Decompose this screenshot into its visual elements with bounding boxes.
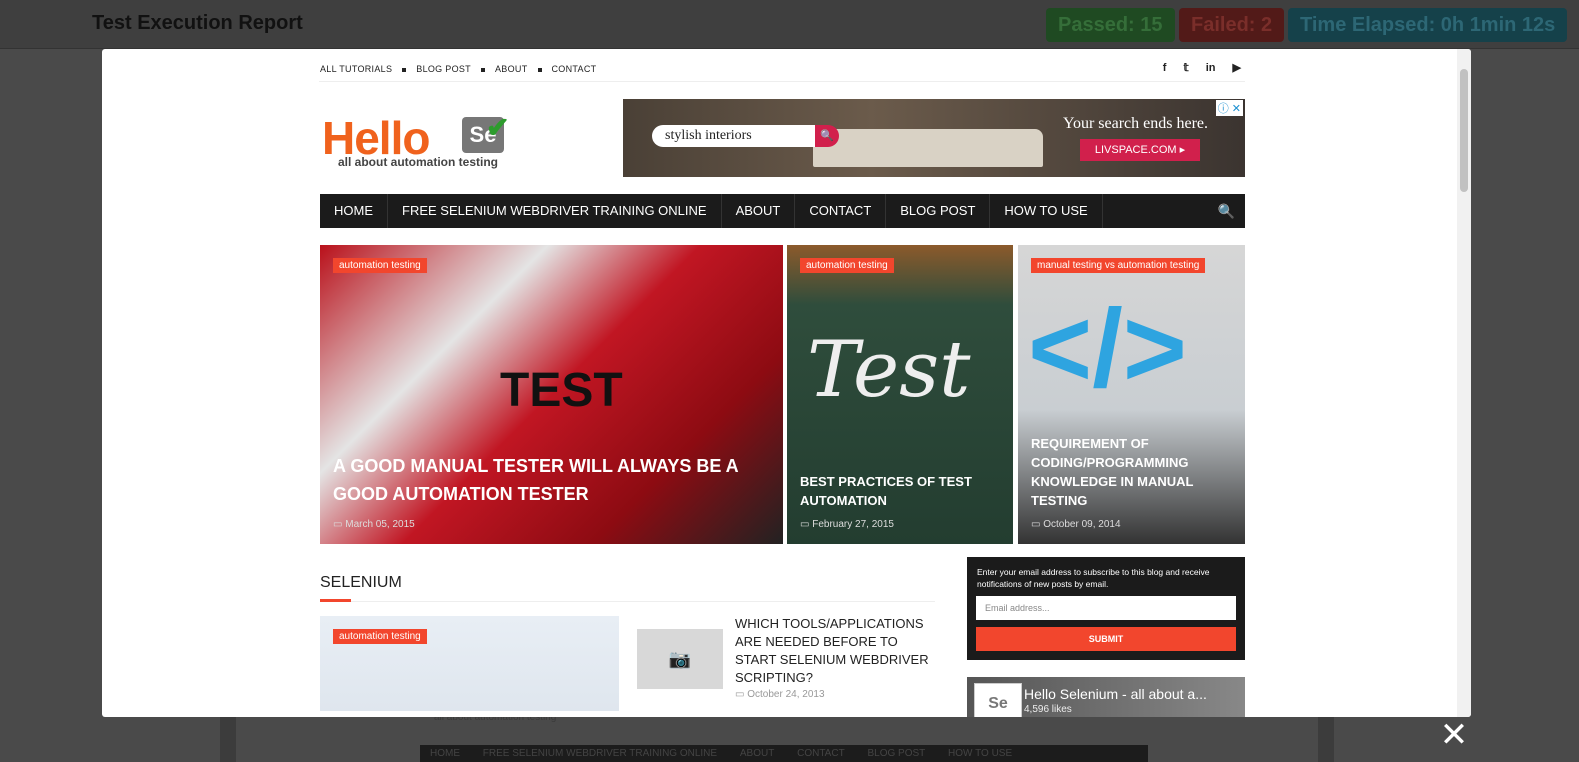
category-badge[interactable]: manual testing vs automation testing <box>1031 258 1206 273</box>
ad-headline: Your search ends here. <box>1063 115 1208 132</box>
featured-post-title[interactable]: BEST PRACTICES OF TEST AUTOMATION <box>800 472 1000 510</box>
search-icon[interactable]: 🔍 <box>815 125 839 147</box>
nav-blog-post[interactable]: BLOG POST <box>886 194 991 228</box>
category-badge[interactable]: automation testing <box>333 258 427 273</box>
hero-image-text: </> <box>1028 287 1188 410</box>
page-avatar: Se <box>974 683 1022 717</box>
twitter-icon[interactable]: 𝕥 <box>1184 62 1189 74</box>
hero-image-text: Test <box>807 325 971 415</box>
category-badge[interactable]: automation testing <box>800 258 894 273</box>
submit-button[interactable]: SUBMIT <box>976 627 1236 651</box>
email-field[interactable]: Email address... <box>976 596 1236 620</box>
top-nav-all-tutorials[interactable]: ALL TUTORIALS <box>320 64 392 74</box>
post-date: ▭ February 27, 2015 <box>800 519 894 530</box>
check-icon: ✔ <box>486 112 510 143</box>
search-icon[interactable]: 🔍 <box>1218 194 1235 228</box>
scrollbar[interactable] <box>1457 49 1471 717</box>
advertisement-banner[interactable]: stylish interiors 🔍 Your search ends her… <box>623 99 1245 177</box>
scroll-thumb[interactable] <box>1460 69 1468 192</box>
featured-post[interactable]: Test automation testing BEST PRACTICES O… <box>787 245 1013 544</box>
post-date: ▭ October 24, 2013 <box>735 689 825 700</box>
post-thumbnail[interactable]: automation testing <box>320 616 619 711</box>
post-date-text: October 24, 2013 <box>747 689 825 700</box>
post-date-text: October 09, 2014 <box>1043 519 1121 530</box>
bg-nav-item: ABOUT <box>739 748 775 759</box>
camera-icon[interactable]: 📷 <box>637 629 723 689</box>
separator <box>480 67 485 72</box>
ad-info-close-icon[interactable]: ⓘ ✕ <box>1215 100 1243 116</box>
separator <box>402 67 407 72</box>
top-nav-about[interactable]: ABOUT <box>495 64 528 74</box>
facebook-likes: 4,596 likes <box>1024 704 1072 715</box>
site-logo[interactable]: Hello Se ✔ all about automation testing <box>322 111 509 169</box>
category-badge[interactable]: automation testing <box>333 629 427 644</box>
passed-badge: Passed: 15 <box>1046 8 1175 42</box>
report-title: Test Execution Report <box>92 12 303 34</box>
separator <box>537 67 542 72</box>
featured-post-title[interactable]: A GOOD MANUAL TESTER WILL ALWAYS BE A GO… <box>333 452 773 508</box>
social-icons: f 𝕥 in ▶ <box>1149 61 1241 74</box>
section-underline <box>320 599 351 602</box>
background-nav: HOME FREE SELENIUM WEBDRIVER TRAINING ON… <box>420 745 1148 762</box>
top-nav-contact[interactable]: CONTACT <box>552 64 597 74</box>
time-elapsed-badge: Time Elapsed: 0h 1min 12s <box>1288 8 1568 42</box>
youtube-icon[interactable]: ▶ <box>1233 62 1241 74</box>
bg-nav-item: FREE SELENIUM WEBDRIVER TRAINING ONLINE <box>482 748 718 759</box>
post-date: ▭ October 09, 2014 <box>1031 519 1121 530</box>
facebook-page-title[interactable]: Hello Selenium - all about a... <box>1024 686 1207 702</box>
failed-badge: Failed: 2 <box>1179 8 1285 42</box>
bg-nav-item: BLOG POST <box>867 748 926 759</box>
post-date-text: March 05, 2015 <box>345 519 415 530</box>
facebook-widget[interactable]: Se Hello Selenium - all about a... 4,596… <box>967 677 1245 717</box>
post-date: ▭ March 05, 2015 <box>333 519 415 530</box>
post-title[interactable]: WHICH TOOLS/APPLICATIONS ARE NEEDED BEFO… <box>735 615 935 687</box>
background-panel-edge <box>1318 717 1334 762</box>
divider <box>320 601 935 602</box>
nav-how-to-use[interactable]: HOW TO USE <box>990 194 1103 228</box>
post-date-text: February 27, 2015 <box>812 519 894 530</box>
background-panel-edge <box>220 717 236 762</box>
bg-nav-item: CONTACT <box>797 748 845 759</box>
nav-free-training[interactable]: FREE SELENIUM WEBDRIVER TRAINING ONLINE <box>388 194 722 228</box>
hero-image-text: TEST <box>500 364 623 417</box>
calendar-icon: ▭ <box>333 519 346 530</box>
ad-cta-button[interactable]: LIVSPACE.COM ▸ <box>1080 139 1200 161</box>
facebook-icon[interactable]: f <box>1163 62 1167 74</box>
bg-nav-item: HOME <box>430 748 460 759</box>
close-icon[interactable]: ✕ <box>1437 718 1471 752</box>
top-bar: ALL TUTORIALS BLOG POST ABOUT CONTACT f 𝕥 i… <box>319 57 1245 82</box>
website-screenshot: ALL TUTORIALS BLOG POST ABOUT CONTACT f 𝕥 i… <box>319 49 1245 717</box>
ad-search-field[interactable]: stylish interiors <box>652 125 815 147</box>
report-header: Test Execution Report Passed: 15 Failed:… <box>0 0 1579 49</box>
top-nav-blog-post[interactable]: BLOG POST <box>416 64 471 74</box>
bg-nav-item: HOW TO USE <box>948 748 1013 759</box>
calendar-icon: ▭ <box>1031 519 1044 530</box>
featured-post-title[interactable]: REQUIREMENT OF CODING/PROGRAMMING KNOWLE… <box>1031 434 1231 510</box>
main-nav: HOME FREE SELENIUM WEBDRIVER TRAINING ON… <box>320 194 1245 228</box>
subscribe-widget: Enter your email address to subscribe to… <box>967 557 1245 660</box>
sofa-image <box>813 129 1043 167</box>
top-nav: ALL TUTORIALS BLOG POST ABOUT CONTACT <box>320 64 596 74</box>
calendar-icon: ▭ <box>800 519 813 530</box>
screenshot-modal: ALL TUTORIALS BLOG POST ABOUT CONTACT f 𝕥 i… <box>102 49 1471 717</box>
nav-about[interactable]: ABOUT <box>722 194 796 228</box>
nav-home[interactable]: HOME <box>320 194 388 228</box>
linkedin-icon[interactable]: in <box>1206 62 1216 74</box>
nav-contact[interactable]: CONTACT <box>795 194 887 228</box>
calendar-icon: ▭ <box>735 689 748 700</box>
featured-post[interactable]: </> manual testing vs automation testing… <box>1018 245 1245 544</box>
featured-post[interactable]: TEST automation testing A GOOD MANUAL TE… <box>320 245 783 544</box>
subscribe-text: Enter your email address to subscribe to… <box>977 567 1210 589</box>
logo-tagline: all about automation testing <box>338 155 499 169</box>
section-title: SELENIUM <box>320 574 402 591</box>
